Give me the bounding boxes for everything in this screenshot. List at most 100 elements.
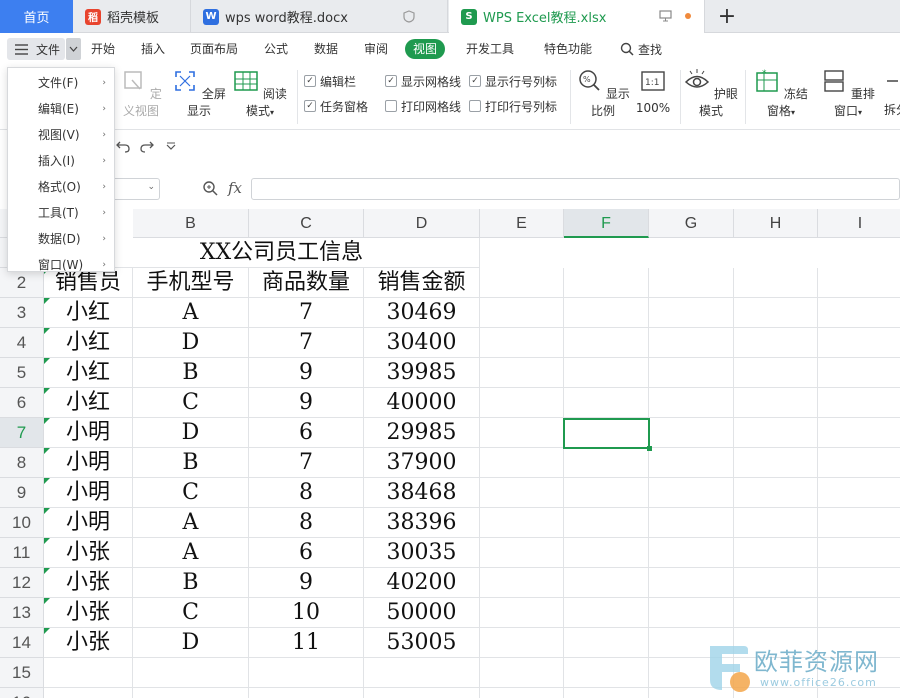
data-cell[interactable]: 9	[249, 568, 364, 598]
empty-cell[interactable]	[480, 418, 564, 448]
empty-cell[interactable]	[480, 448, 564, 478]
empty-cell[interactable]	[734, 538, 818, 568]
empty-cell[interactable]	[734, 298, 818, 328]
row-header-11[interactable]: 11	[0, 538, 44, 568]
empty-cell[interactable]	[734, 388, 818, 418]
data-cell[interactable]: 8	[249, 508, 364, 538]
empty-cell[interactable]	[564, 388, 649, 418]
empty-cell[interactable]	[818, 358, 900, 388]
tab-word-document[interactable]: W wps word教程.docx	[191, 0, 448, 33]
data-cell[interactable]: 7	[249, 298, 364, 328]
data-cell[interactable]: 7	[249, 448, 364, 478]
data-cell[interactable]: 53005	[364, 628, 480, 658]
data-cell[interactable]: A	[133, 538, 249, 568]
header-cell[interactable]: 销售金额	[364, 268, 480, 298]
redo-icon[interactable]	[140, 139, 154, 153]
data-cell[interactable]: 8	[249, 478, 364, 508]
data-cell[interactable]: 小红	[44, 328, 133, 358]
empty-cell[interactable]	[649, 268, 734, 298]
data-cell[interactable]: 40000	[364, 388, 480, 418]
empty-cell[interactable]	[649, 598, 734, 628]
column-header-d[interactable]: D	[364, 209, 480, 238]
zoom-formula-icon[interactable]	[202, 180, 218, 196]
empty-cell[interactable]	[364, 658, 480, 688]
custom-view-button[interactable]: 定义视图	[115, 68, 167, 119]
empty-cell[interactable]	[818, 538, 900, 568]
selected-cell-f7[interactable]	[563, 418, 652, 451]
file-menu-item[interactable]: 文件(F) ›	[8, 70, 114, 96]
empty-cell[interactable]	[734, 268, 818, 298]
data-cell[interactable]: 小红	[44, 298, 133, 328]
row-header-3[interactable]: 3	[0, 298, 44, 328]
zoom-100-button[interactable]: 1:1 100%	[634, 68, 672, 115]
data-cell[interactable]: D	[133, 628, 249, 658]
menu-tab-formula[interactable]: 公式	[264, 39, 288, 59]
column-header-f[interactable]: F	[564, 209, 649, 238]
data-cell[interactable]: 11	[249, 628, 364, 658]
file-menu-item[interactable]: 工具(T) ›	[8, 200, 114, 226]
empty-cell[interactable]	[649, 478, 734, 508]
data-cell[interactable]: 小张	[44, 598, 133, 628]
data-cell[interactable]: B	[133, 448, 249, 478]
row-header-5[interactable]: 5	[0, 358, 44, 388]
tab-excel-document[interactable]: S WPS Excel教程.xlsx	[449, 0, 705, 33]
data-cell[interactable]: A	[133, 508, 249, 538]
menu-tab-insert[interactable]: 插入	[141, 39, 165, 59]
data-cell[interactable]: 30400	[364, 328, 480, 358]
split-window-button[interactable]: 拆分	[884, 68, 900, 118]
taskpane-checkbox[interactable]: ✓ 任务窗格	[304, 98, 368, 114]
column-header-h[interactable]: H	[734, 209, 818, 238]
row-header-13[interactable]: 13	[0, 598, 44, 628]
empty-cell[interactable]	[480, 358, 564, 388]
empty-cell[interactable]	[564, 598, 649, 628]
column-header-i[interactable]: I	[818, 209, 900, 238]
read-mode-button[interactable]: 阅读模式▾	[230, 68, 290, 119]
empty-cell[interactable]	[734, 508, 818, 538]
file-menu-item[interactable]: 格式(O) ›	[8, 174, 114, 200]
empty-cell[interactable]	[734, 598, 818, 628]
menu-tab-developer[interactable]: 开发工具	[466, 39, 514, 59]
data-cell[interactable]: 小明	[44, 508, 133, 538]
file-menu-item[interactable]: 视图(V) ›	[8, 122, 114, 148]
empty-cell[interactable]	[133, 688, 249, 698]
column-header-b[interactable]: B	[133, 209, 249, 238]
empty-cell[interactable]	[249, 658, 364, 688]
empty-cell[interactable]	[649, 388, 734, 418]
data-cell[interactable]: 50000	[364, 598, 480, 628]
data-cell[interactable]: 30035	[364, 538, 480, 568]
file-menu-dropdown-button[interactable]	[66, 38, 81, 60]
empty-cell[interactable]	[818, 268, 900, 298]
zoom-ratio-button[interactable]: % 显示比例	[576, 68, 630, 119]
customize-toolbar-icon[interactable]	[166, 142, 176, 150]
empty-cell[interactable]	[480, 658, 564, 688]
editbar-checkbox[interactable]: ✓ 编辑栏	[304, 73, 356, 89]
empty-cell[interactable]	[818, 568, 900, 598]
formula-input[interactable]	[251, 178, 900, 200]
data-cell[interactable]: 29985	[364, 418, 480, 448]
menu-tab-review[interactable]: 审阅	[364, 39, 388, 59]
empty-cell[interactable]	[480, 688, 564, 698]
row-header-10[interactable]: 10	[0, 508, 44, 538]
row-header-16[interactable]: 16	[0, 688, 44, 698]
data-cell[interactable]: 小红	[44, 358, 133, 388]
menu-tab-data[interactable]: 数据	[314, 39, 338, 59]
fullscreen-button[interactable]: 全屏显示	[172, 68, 226, 119]
empty-cell[interactable]	[480, 508, 564, 538]
data-cell[interactable]: 小红	[44, 388, 133, 418]
data-cell[interactable]: D	[133, 418, 249, 448]
data-cell[interactable]: 6	[249, 538, 364, 568]
empty-cell[interactable]	[44, 688, 133, 698]
empty-cell[interactable]	[734, 328, 818, 358]
empty-cell[interactable]	[818, 448, 900, 478]
data-cell[interactable]: 9	[249, 358, 364, 388]
undo-icon[interactable]	[116, 139, 130, 153]
column-header-e[interactable]: E	[480, 209, 564, 238]
empty-cell[interactable]	[480, 388, 564, 418]
empty-cell[interactable]	[649, 538, 734, 568]
empty-cell[interactable]	[564, 688, 649, 698]
menu-tab-features[interactable]: 特色功能	[544, 39, 592, 59]
file-menu-item[interactable]: 编辑(E) ›	[8, 96, 114, 122]
monitor-icon[interactable]	[659, 10, 672, 26]
print-headers-checkbox[interactable]: 打印行号列标	[469, 98, 557, 114]
row-header-8[interactable]: 8	[0, 448, 44, 478]
